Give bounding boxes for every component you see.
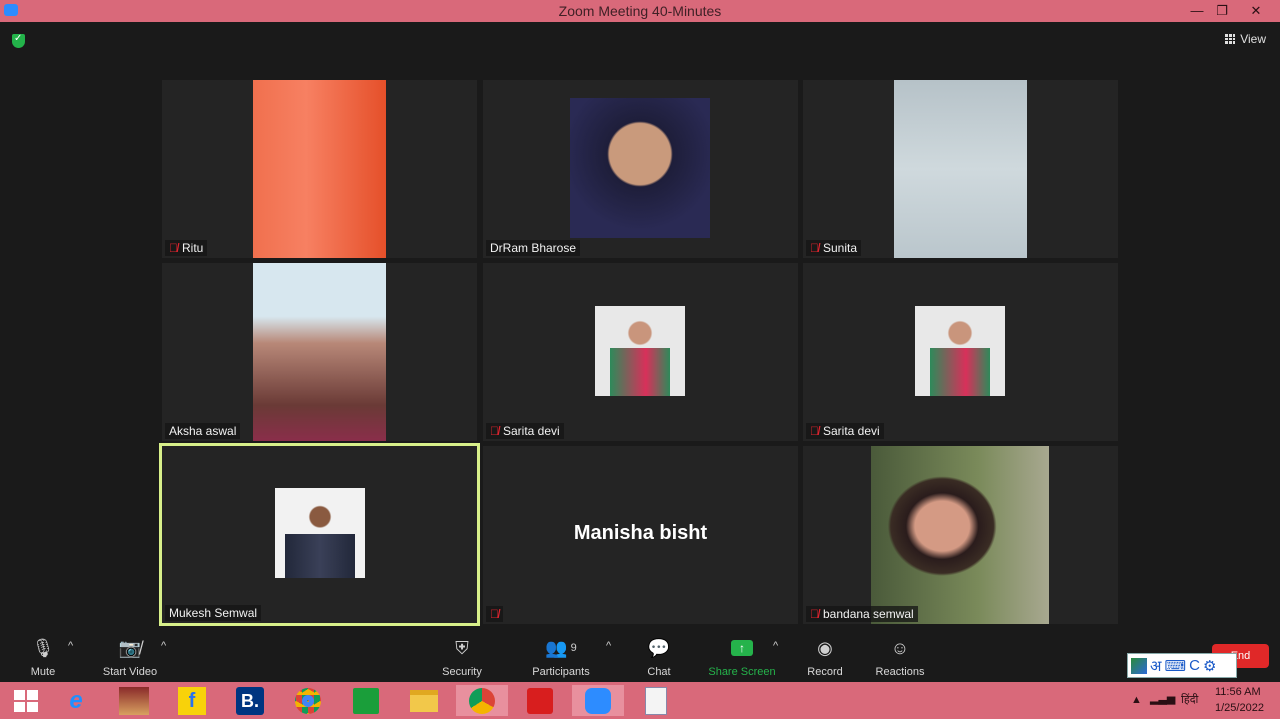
close-button[interactable]: ✕ xyxy=(1242,1,1270,21)
store-icon[interactable] xyxy=(340,685,392,716)
participant-name-tag: DrRam Bharose xyxy=(486,240,581,256)
record-button[interactable]: ◉ Record xyxy=(806,636,844,679)
minimize-button[interactable]: — xyxy=(1183,1,1211,21)
muted-mic-icon: 🎙̸ xyxy=(810,241,819,255)
chrome-active-icon[interactable] xyxy=(456,685,508,716)
flipkart-icon[interactable]: f xyxy=(166,685,218,716)
participant-name-tag: 🎙̸ Sarita devi xyxy=(486,423,564,439)
video-tile[interactable]: 🎙̸ Sarita devi xyxy=(483,263,798,441)
chat-button[interactable]: 💬 Chat xyxy=(642,636,676,679)
video-options-caret[interactable]: ^ xyxy=(161,640,166,652)
document-icon[interactable] xyxy=(630,685,682,716)
share-options-caret[interactable]: ^ xyxy=(773,640,778,652)
start-video-button[interactable]: 📷̸ Start Video xyxy=(100,636,160,679)
profile-photo xyxy=(570,98,710,238)
video-tile[interactable]: 🎙̸ Sarita devi xyxy=(803,263,1118,441)
chrome-icon[interactable] xyxy=(282,685,334,716)
reactions-button[interactable]: ☺ Reactions xyxy=(874,636,926,679)
clock-time[interactable]: 11:56 AM xyxy=(1215,686,1261,698)
video-tile-active-speaker[interactable]: Mukesh Semwal xyxy=(159,443,480,626)
video-feed xyxy=(871,446,1049,624)
shield-icon: ⛨ xyxy=(455,637,469,658)
microphone-icon: 🎙 xyxy=(31,637,55,658)
zoom-icon[interactable] xyxy=(572,685,624,716)
audio-options-caret[interactable]: ^ xyxy=(68,640,73,652)
network-signal-icon[interactable]: ▂▃▅ xyxy=(1150,692,1175,705)
video-tile[interactable]: 🎙̸ bandana semwal xyxy=(803,446,1118,624)
video-feed xyxy=(894,80,1027,258)
grid-icon xyxy=(1225,34,1236,44)
participant-name-tag: 🎙̸ Ritu xyxy=(165,240,208,256)
smiley-icon: ☺ xyxy=(890,637,910,658)
video-off-icon: 📷̸ xyxy=(118,637,142,658)
start-windows-icon[interactable] xyxy=(0,685,52,716)
acrobat-icon[interactable] xyxy=(514,685,566,716)
participants-icon: 👥 9 xyxy=(545,637,577,658)
windows-taskbar: e f B. ▲ ▂▃▅ हिंदी 11:56 AM 1/25/2022 xyxy=(0,682,1280,719)
muted-mic-icon: 🎙̸ xyxy=(490,607,499,621)
video-tile[interactable]: DrRam Bharose xyxy=(483,80,798,258)
restore-button[interactable]: ❐ xyxy=(1208,1,1236,21)
profile-photo-detail xyxy=(610,348,670,396)
video-tile[interactable]: 🎙̸ Sunita xyxy=(803,80,1118,258)
file-explorer-icon[interactable] xyxy=(398,685,450,716)
encryption-shield-icon[interactable] xyxy=(12,33,25,48)
participant-name-tag: 🎙̸ Sunita xyxy=(806,240,862,256)
muted-mic-icon: 🎙̸ xyxy=(169,241,178,255)
muted-mic-icon: 🎙̸ xyxy=(810,607,819,621)
clock-date[interactable]: 1/25/2022 xyxy=(1215,702,1264,714)
participant-name-tag: 🎙̸ bandana semwal xyxy=(806,606,918,622)
share-screen-button[interactable]: ↑ Share Screen xyxy=(708,636,776,678)
participant-name-tag: Mukesh Semwal xyxy=(165,605,262,621)
video-feed xyxy=(253,80,386,258)
profile-photo-detail xyxy=(285,534,355,578)
share-screen-icon: ↑ xyxy=(731,640,753,656)
video-tile[interactable]: Aksha aswal xyxy=(162,263,477,441)
view-label: View xyxy=(1240,32,1266,46)
participant-display-name: Manisha bisht xyxy=(573,522,708,544)
participants-count: 9 xyxy=(570,642,577,654)
ime-language-char[interactable]: अ xyxy=(1150,656,1161,676)
video-feed xyxy=(253,263,386,441)
mute-button[interactable]: 🎙 Mute xyxy=(22,636,64,679)
view-button[interactable]: View xyxy=(1225,32,1266,46)
muted-mic-icon: 🎙̸ xyxy=(490,424,499,438)
ime-logo-icon xyxy=(1131,657,1147,674)
participant-name-tag: 🎙̸ xyxy=(486,606,503,622)
input-language[interactable]: हिंदी xyxy=(1181,692,1198,707)
participant-name-tag: 🎙̸ Sarita devi xyxy=(806,423,884,439)
meeting-toolbar: 🎙 Mute ^ 📷̸ Start Video ^ ⛨ Security 👥 9 … xyxy=(0,632,1280,682)
video-tile[interactable]: Manisha bisht 🎙̸ xyxy=(483,446,798,624)
participants-button[interactable]: 👥 9 Participants xyxy=(530,636,592,679)
window-title: Zoom Meeting 40-Minutes xyxy=(558,3,722,19)
muted-mic-icon: 🎙̸ xyxy=(810,424,819,438)
participants-options-caret[interactable]: ^ xyxy=(606,640,611,652)
title-bar: Zoom Meeting 40-Minutes — ❐ ✕ xyxy=(0,0,1280,22)
video-tile[interactable]: 🎙̸ Ritu xyxy=(162,80,477,258)
security-button[interactable]: ⛨ Security xyxy=(440,636,484,679)
ime-toolbar[interactable]: अ ⌨ C ⚙ xyxy=(1127,653,1237,678)
internet-explorer-icon[interactable]: e xyxy=(50,685,102,716)
game-app-icon[interactable] xyxy=(108,685,160,716)
tray-expand-icon[interactable]: ▲ xyxy=(1131,694,1142,706)
meeting-area: View 🎙̸Ritu DrRam Bharose 🎙̸Sunita Aksha… xyxy=(0,22,1280,632)
participant-name-tag: Aksha aswal xyxy=(165,423,241,439)
settings-gear-icon[interactable]: ⚙ xyxy=(1203,657,1216,675)
keyboard-icon[interactable]: ⌨ xyxy=(1164,657,1186,675)
record-icon: ◉ xyxy=(817,637,833,658)
profile-photo-detail xyxy=(930,348,990,396)
ime-mode[interactable]: C xyxy=(1189,657,1200,674)
chat-icon: 💬 xyxy=(647,637,671,658)
booking-icon[interactable]: B. xyxy=(224,685,276,716)
